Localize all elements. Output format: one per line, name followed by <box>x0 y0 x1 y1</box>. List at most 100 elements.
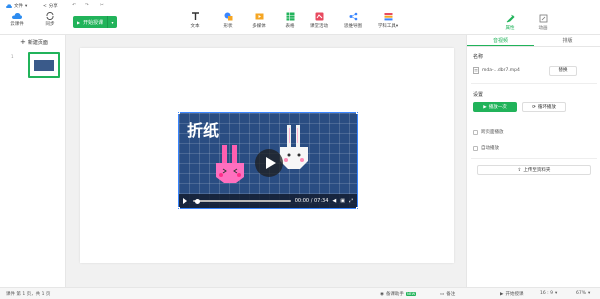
subject-tools-label: 学科工具 <box>377 24 396 29</box>
new-page-button[interactable]: + 新建页面 <box>20 38 48 46</box>
text-icon <box>191 12 199 20</box>
file-icon <box>473 67 479 74</box>
tab-animation-label: 动画 <box>538 26 548 31</box>
text-tool-label: 文本 <box>190 24 200 29</box>
upload-label: 上传至资料夹 <box>523 168 551 173</box>
shape-tool-button[interactable]: 形状 <box>215 12 241 29</box>
tab-properties[interactable]: 属性 <box>495 14 525 31</box>
redo-button[interactable]: ↷ <box>85 3 89 8</box>
status-bar: 课件 第 1 页，共 1 页 ◉ 备课助手 NEW ▭ 备注 ▶ 开始授课 16… <box>0 287 600 299</box>
sync-button[interactable]: 同步 <box>40 12 60 27</box>
file-menu-label: 文件 <box>14 4 23 9</box>
video-overlay-text: 折纸 <box>187 121 220 140</box>
start-dropdown-button[interactable]: ▾ <box>107 16 117 28</box>
notes-button[interactable]: ▭ 备注 <box>440 291 456 298</box>
table-icon <box>286 12 294 21</box>
video-play-button[interactable] <box>255 149 283 177</box>
fullscreen-icon[interactable]: ⤢ <box>349 198 353 204</box>
thumbnail-video-preview <box>34 60 54 71</box>
zoom-value: 67% <box>576 291 587 296</box>
shape-tool-label: 形状 <box>223 24 233 29</box>
play-icon: ▶ <box>77 19 81 25</box>
video-progress-bar[interactable] <box>193 198 291 204</box>
checkbox-icon <box>473 145 478 151</box>
volume-icon[interactable]: ◀ <box>332 198 336 204</box>
slide-thumbnail[interactable] <box>28 52 60 78</box>
cloud-courseware-label: 云课件 <box>10 22 24 27</box>
media-tool-button[interactable]: 多媒体 <box>246 12 272 29</box>
chevron-down-icon: ▾ <box>554 291 558 296</box>
mindmap-icon <box>349 12 357 21</box>
aspect-ratio-value: 16 : 9 <box>540 291 553 296</box>
chevron-down-icon: ▾ <box>25 3 28 9</box>
properties-panel: 音视频 排版 名称 mda-...dbr7.mp4 替换 设置 ▶ 播放一次 ⟳… <box>466 35 600 287</box>
video-controls-bar: 00:00 / 07:34 ◀ ▣ ⤢ <box>179 194 357 208</box>
settings-section-label: 设置 <box>473 92 484 98</box>
resize-handle-bl[interactable] <box>177 207 180 210</box>
subject-tools-icon <box>384 13 392 21</box>
undo-button[interactable]: ↶ <box>72 3 76 8</box>
loop-label: 循环播放 <box>537 105 556 110</box>
notes-icon: ▭ <box>440 291 445 297</box>
autoplay-label: 自动播放 <box>481 146 499 151</box>
progress-knob[interactable] <box>195 198 200 204</box>
activity-icon <box>315 12 323 21</box>
animation-icon <box>539 14 547 23</box>
aspect-ratio-select[interactable]: 16 : 9 ▾ <box>540 291 557 296</box>
checkbox-icon <box>473 129 478 135</box>
text-tool-button[interactable]: 文本 <box>182 12 208 29</box>
share-menu-label: 分享 <box>48 4 58 9</box>
name-section-label: 名称 <box>473 54 484 60</box>
cloud-courseware-button[interactable]: 云课件 <box>7 12 27 27</box>
lesson-assistant-button[interactable]: ◉ 备课助手 NEW <box>380 291 417 297</box>
autoplay-checkbox[interactable]: 自动播放 <box>473 145 499 151</box>
slide-number: 1 <box>11 54 14 59</box>
replace-button[interactable]: 替换 <box>549 66 577 76</box>
page-info: 课件 第 1 页，共 1 页 <box>6 292 51 297</box>
resize-handle-tl[interactable] <box>177 111 180 114</box>
chevron-down-icon: ▾ <box>111 19 114 25</box>
video-player[interactable]: 折纸 00:00 / 07:34 ◀ ▣ ⤢ <box>178 112 358 209</box>
resize-handle-br[interactable] <box>356 207 359 210</box>
new-badge: NEW <box>405 292 417 296</box>
file-menu[interactable]: 文件 ▾ <box>6 3 27 9</box>
status-start-label: 开始授课 <box>505 292 524 297</box>
top-toolbar: 文件 ▾ < 分享 ↶ ↷ ✂ 云课件 同步 ▶ 开始授课 ▾ 文本 形状 多媒… <box>0 0 600 35</box>
table-tool-button[interactable]: 表格 <box>277 12 303 29</box>
file-name: mda-...dbr7.mp4 <box>482 68 520 73</box>
status-start-teaching-button[interactable]: ▶ 开始授课 <box>500 291 524 298</box>
tab-audio-video[interactable]: 音视频 <box>467 35 534 46</box>
loop-play-button[interactable]: ⟳ 循环播放 <box>522 102 566 112</box>
cut-button[interactable]: ✂ <box>100 3 104 8</box>
sync-label: 同步 <box>45 22 55 27</box>
pink-bunny-image <box>216 145 244 183</box>
loop-icon: ⟳ <box>532 104 536 110</box>
redo-icon: ↷ <box>85 3 89 8</box>
undo-icon: ↶ <box>72 3 76 8</box>
subject-tools-button[interactable]: 学科工具▾ <box>372 12 404 29</box>
start-teaching-button[interactable]: ▶ 开始授课 ▾ <box>73 16 117 28</box>
resize-handle-tr[interactable] <box>356 111 359 114</box>
upload-to-folder-button[interactable]: ⇪ 上传至资料夹 <box>477 165 591 175</box>
control-play-icon[interactable] <box>183 198 187 204</box>
class-activity-label: 课堂活动 <box>310 24 328 29</box>
start-teaching-label: 开始授课 <box>83 19 104 26</box>
notes-label: 备注 <box>446 292 456 297</box>
property-icon <box>506 14 515 23</box>
white-bunny-image <box>280 125 308 169</box>
table-tool-label: 表格 <box>285 24 295 29</box>
class-activity-button[interactable]: 课堂活动 <box>306 12 332 29</box>
zoom-select[interactable]: 67% ▾ <box>576 291 590 296</box>
share-icon: < <box>43 3 47 9</box>
plus-icon: + <box>20 38 26 46</box>
cross-page-checkbox[interactable]: 跨页面播放 <box>473 129 504 135</box>
settings-icon[interactable]: ▣ <box>340 198 345 204</box>
share-menu[interactable]: < 分享 <box>43 3 58 10</box>
tab-layout[interactable]: 排版 <box>534 35 600 46</box>
cloud-small-icon <box>6 3 12 8</box>
cross-page-label: 跨页面播放 <box>481 130 504 135</box>
sync-icon <box>46 12 54 20</box>
tab-animation[interactable]: 动画 <box>528 14 558 31</box>
play-once-button[interactable]: ▶ 播放一次 <box>473 102 517 112</box>
mindmap-button[interactable]: 思维导图 <box>340 12 366 29</box>
